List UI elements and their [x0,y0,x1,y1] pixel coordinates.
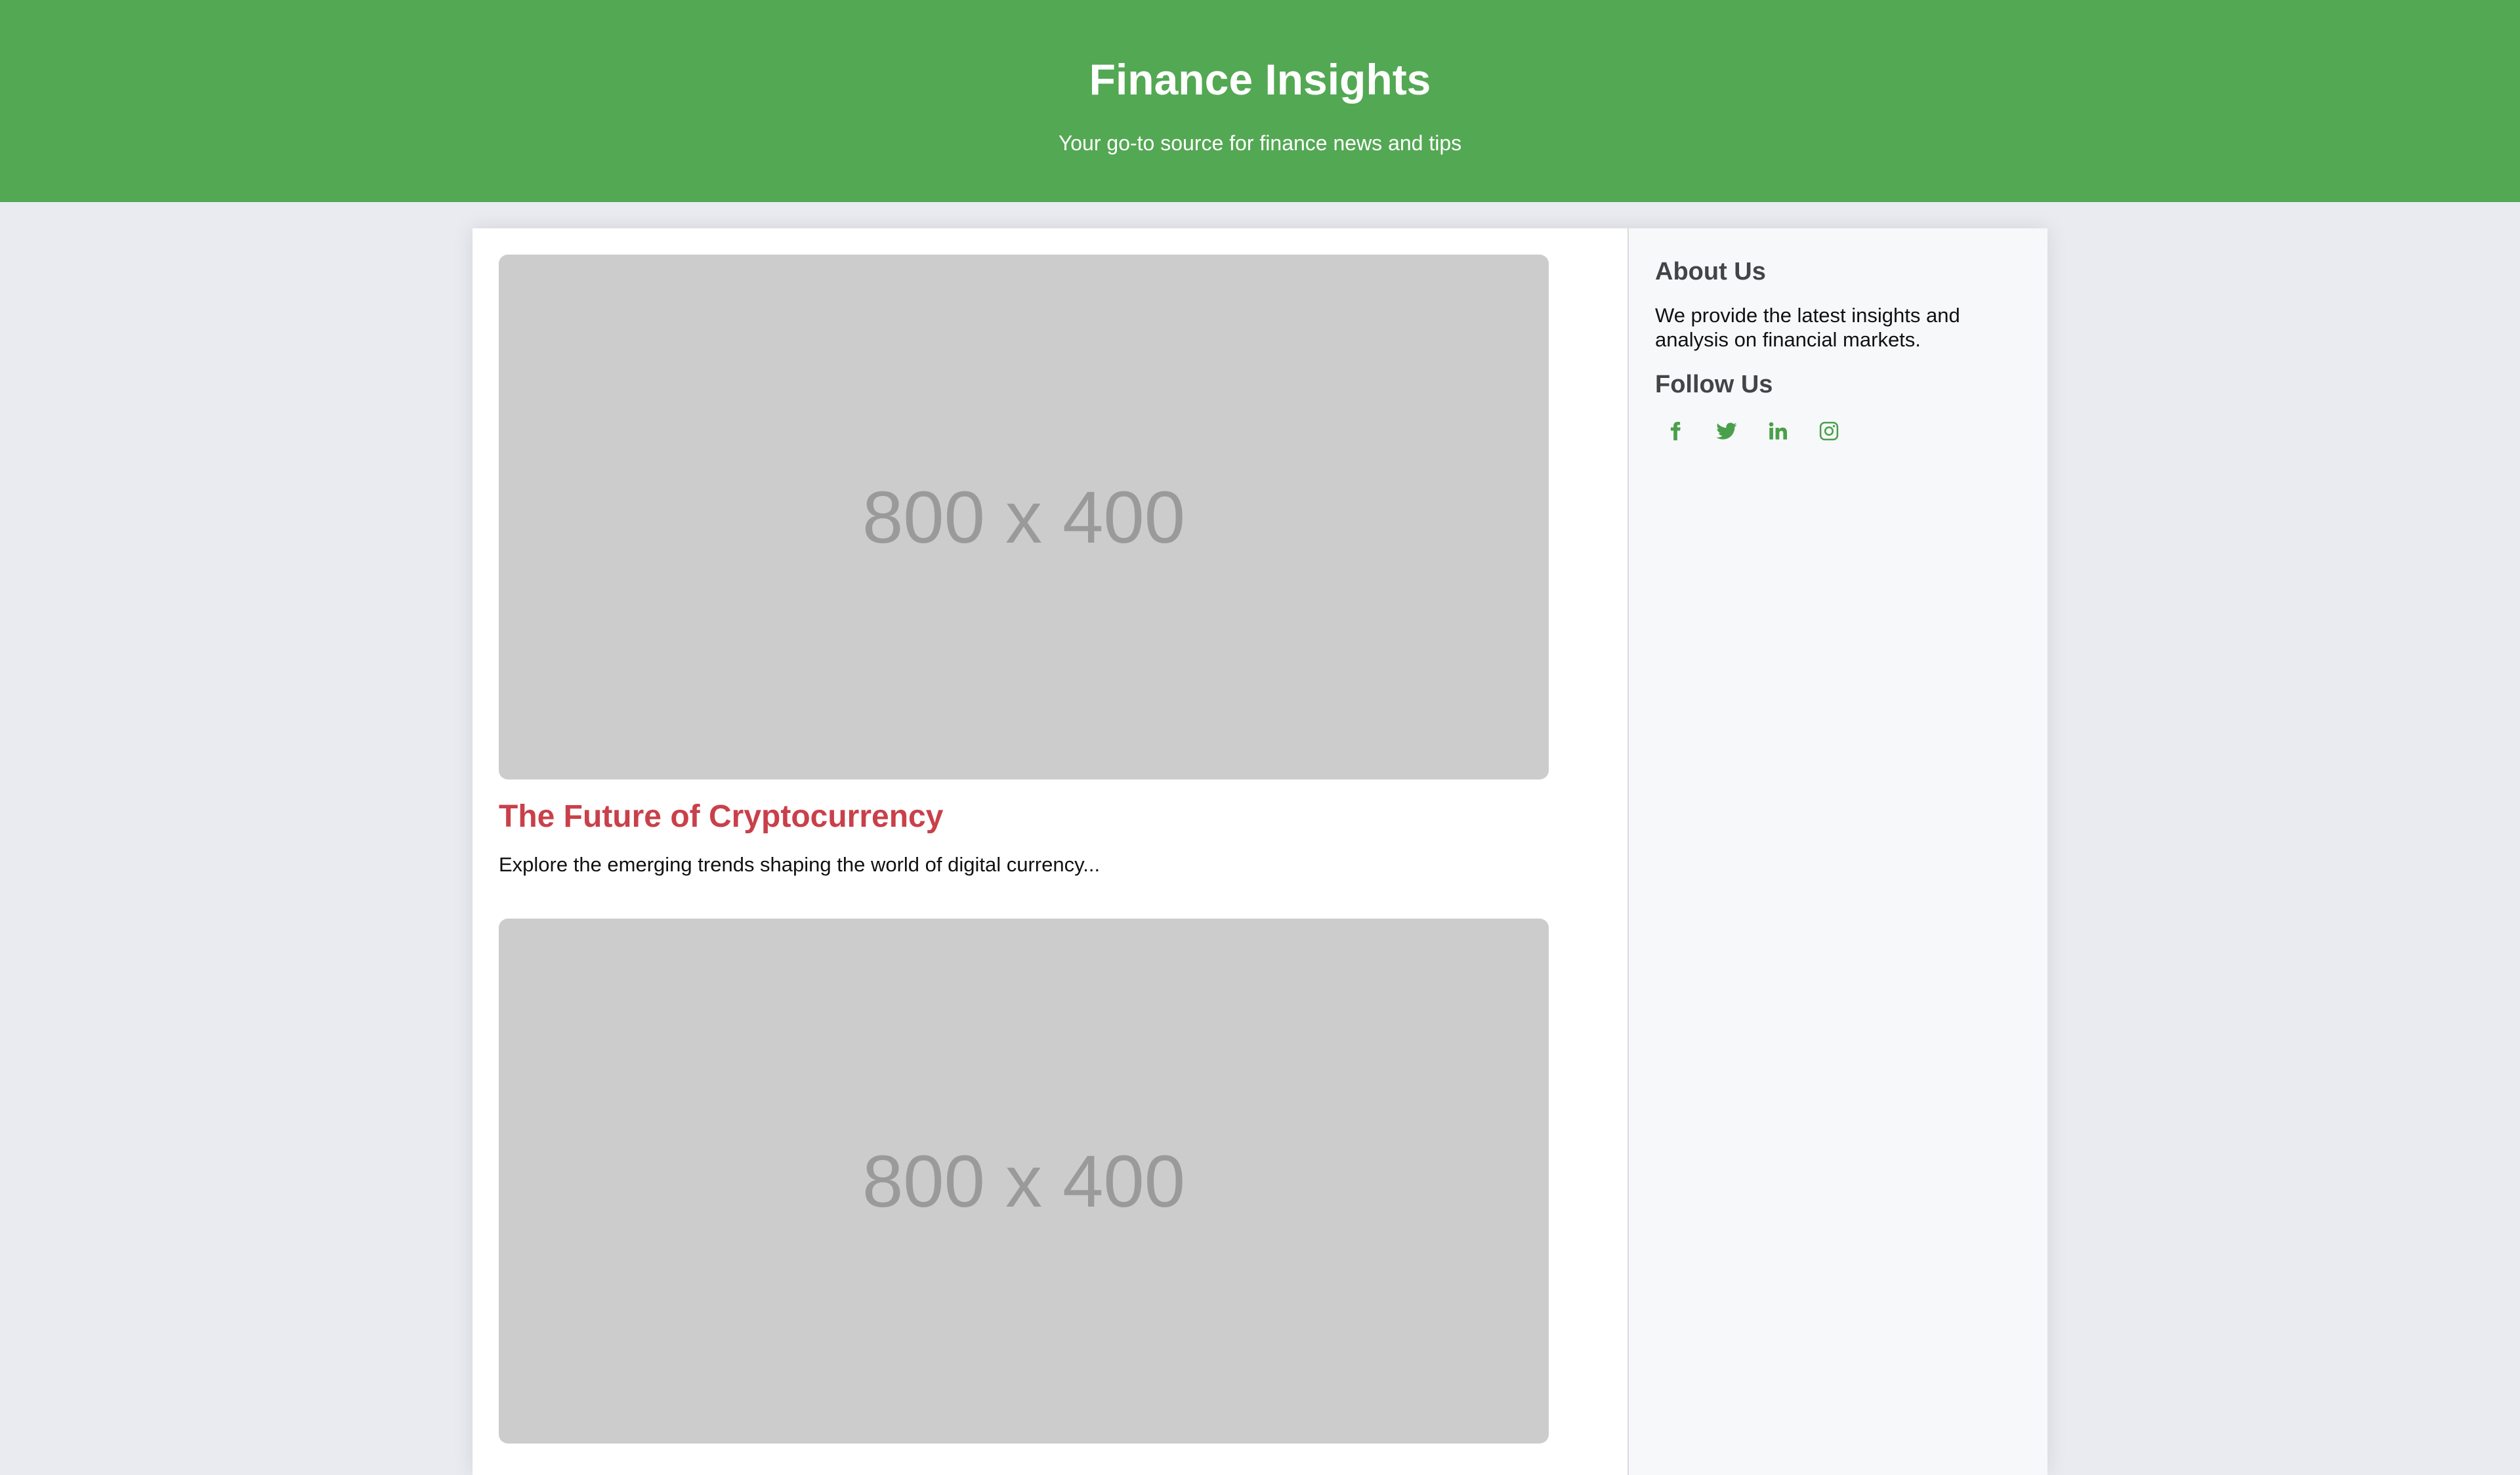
site-title: Finance Insights [1089,55,1431,104]
article-card: 800 x 400 [499,919,1549,1444]
sidebar: About Us We provide the latest insights … [1628,228,2048,1475]
social-links [1655,417,2021,445]
main-content: 800 x 400 The Future of Cryptocurrency E… [472,228,1628,1475]
article-image[interactable]: 800 x 400 [499,919,1549,1444]
image-placeholder-label: 800 x 400 [862,476,1185,558]
article-excerpt: Explore the emerging trends shaping the … [499,853,1101,876]
follow-heading: Follow Us [1655,371,1773,398]
twitter-icon[interactable] [1713,417,1740,445]
linkedin-icon[interactable] [1764,417,1792,445]
site-tagline: Your go-to source for finance news and t… [1058,131,1462,155]
article-image[interactable]: 800 x 400 [499,255,1549,779]
content-container: 800 x 400 The Future of Cryptocurrency E… [472,228,2048,1475]
article-title[interactable]: The Future of Cryptocurrency [499,795,1549,839]
about-text: We provide the latest insights and analy… [1655,304,1960,351]
image-placeholder-label: 800 x 400 [862,1140,1185,1222]
site-header: Finance Insights Your go-to source for f… [0,0,2520,202]
facebook-icon[interactable] [1662,417,1689,445]
article-card: 800 x 400 The Future of Cryptocurrency E… [499,255,1549,878]
about-heading: About Us [1655,258,1766,285]
instagram-icon[interactable] [1815,417,1843,445]
